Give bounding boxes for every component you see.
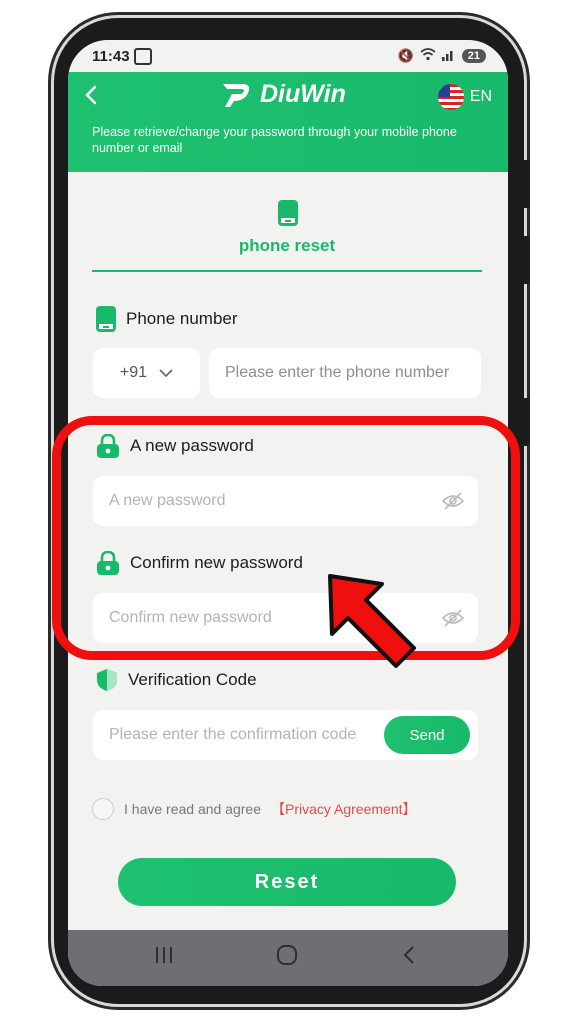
annotation-arrow-icon — [328, 574, 416, 668]
language-selector[interactable]: EN — [437, 84, 492, 110]
verification-label: Verification Code — [128, 670, 257, 689]
verification-code-field[interactable]: Send — [93, 710, 478, 760]
app-header: DiuWin EN Please retrieve/change your pa… — [68, 72, 508, 172]
country-code-value: +91 — [119, 364, 148, 381]
header-subtitle: Please retrieve/change your password thr… — [92, 125, 457, 155]
logo-icon — [223, 83, 250, 107]
system-nav-bar — [68, 930, 508, 986]
nav-back-icon[interactable] — [402, 944, 416, 973]
phone-icon — [96, 306, 116, 332]
chevron-down-icon — [159, 368, 173, 377]
side-button — [522, 398, 530, 446]
brand-logo: DiuWin — [220, 80, 346, 109]
us-flag-icon — [437, 84, 464, 110]
tab-label: phone reset — [238, 236, 336, 255]
mute-icon: 🔇 — [397, 48, 414, 63]
verification-code-input[interactable] — [93, 726, 395, 744]
screen-record-icon — [134, 48, 152, 65]
wifi-icon — [420, 47, 436, 65]
recent-apps-icon[interactable] — [154, 944, 174, 972]
agreement-text: I have read and agree — [124, 801, 261, 817]
status-icons: 🔇 21 — [398, 47, 486, 65]
verification-section-title: Verification Code — [96, 668, 257, 692]
status-time: 11:43 — [92, 48, 130, 65]
side-button — [522, 160, 530, 208]
agree-checkbox[interactable] — [92, 798, 114, 820]
country-code-select[interactable]: +91 — [93, 348, 200, 398]
side-button — [522, 236, 530, 284]
status-bar: 11:43 🔇 21 — [68, 40, 508, 72]
battery-indicator: 21 — [461, 49, 486, 63]
language-label: EN — [469, 88, 492, 105]
back-arrow-icon[interactable] — [84, 84, 98, 110]
signal-icon — [441, 48, 456, 65]
phone-label: Phone number — [126, 309, 238, 328]
reset-button[interactable]: Reset — [118, 858, 456, 906]
phone-number-field[interactable] — [209, 348, 481, 398]
annotation-highlight-box — [52, 416, 520, 660]
phone-section-title: Phone number — [96, 306, 238, 332]
agreement-row: I have read and agree 【Privacy Agreement… — [92, 798, 417, 820]
brand-name: DiuWin — [260, 80, 346, 108]
send-code-button[interactable]: Send — [384, 716, 470, 754]
tab-underline — [92, 270, 482, 272]
phone-number-input[interactable] — [209, 364, 481, 382]
phone-icon — [278, 200, 298, 231]
tab-phone-reset[interactable]: phone reset — [92, 170, 482, 274]
privacy-agreement-link[interactable]: 【Privacy Agreement】 — [271, 799, 417, 819]
home-icon[interactable] — [276, 944, 298, 973]
shield-icon — [97, 669, 117, 691]
